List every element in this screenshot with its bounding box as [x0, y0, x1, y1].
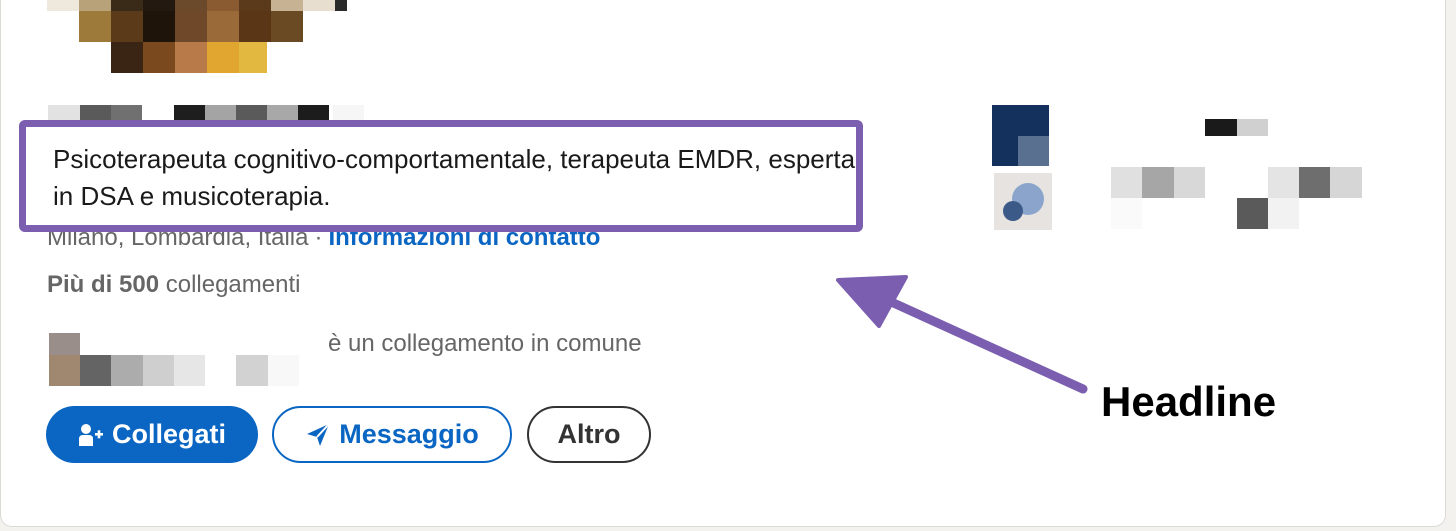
- profile-headline: Psicoterapeuta cognitivo-comportamentale…: [53, 144, 856, 211]
- profile-card: Milano, Lombardia, Italia · Informazioni d…: [0, 0, 1446, 527]
- add-person-icon: [78, 423, 104, 447]
- connect-button-label: Collegati: [111, 419, 226, 449]
- connections-count: Più di 500: [47, 271, 160, 298]
- education-logo-pixelated[interactable]: [994, 173, 1052, 230]
- headline-highlight-box: Psicoterapeuta cognitivo-comportamentale…: [19, 120, 863, 232]
- connections-count-line[interactable]: Più di 500 collegamenti: [47, 271, 300, 299]
- connect-button[interactable]: Collegati: [46, 406, 258, 463]
- profile-photo-pixelated[interactable]: [47, 0, 347, 73]
- education-name-pixelated[interactable]: [1111, 167, 1362, 229]
- annotation-label: Headline: [1101, 378, 1277, 425]
- more-button-label: Altro: [557, 419, 621, 449]
- company-name-pixelated[interactable]: [1205, 119, 1268, 136]
- company-logo-pixelated[interactable]: [992, 105, 1049, 166]
- more-button[interactable]: Altro: [527, 406, 651, 463]
- mutual-connection-avatars-pixelated[interactable]: [49, 333, 299, 386]
- message-button[interactable]: Messaggio: [272, 406, 512, 463]
- message-button-label: Messaggio: [339, 419, 479, 449]
- connections-label: collegamenti: [165, 271, 301, 298]
- send-paper-plane-icon: [305, 422, 331, 448]
- mutual-connection-text: è un collegamento in comune: [328, 330, 642, 357]
